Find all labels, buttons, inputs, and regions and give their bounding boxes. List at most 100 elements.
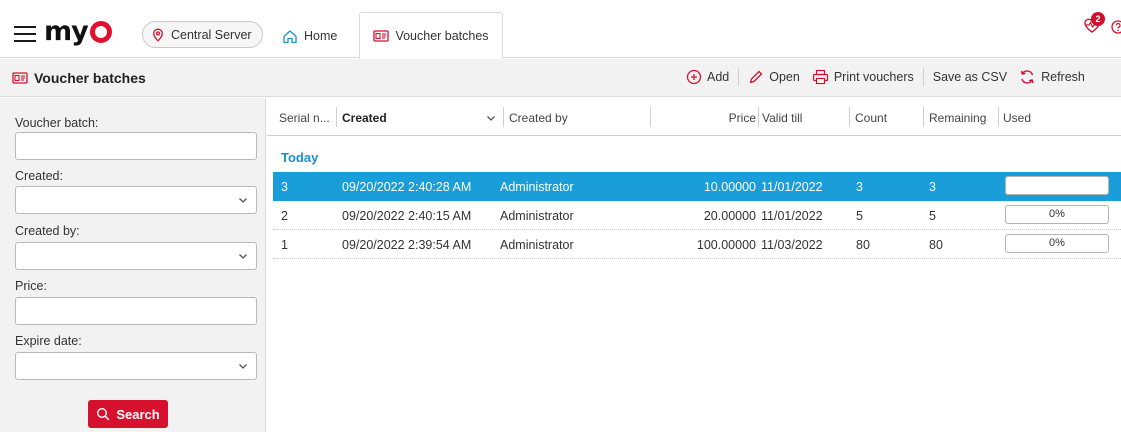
page-title: Voucher batches (12, 70, 146, 86)
add-button[interactable]: Add (680, 69, 735, 85)
add-button-label: Add (707, 70, 730, 84)
refresh-button-label: Refresh (1041, 70, 1085, 84)
toolbar-divider (922, 68, 924, 86)
sort-chevron-icon[interactable] (486, 113, 496, 123)
voucher-batch-label: Voucher batch: (15, 116, 99, 130)
search-icon (97, 407, 110, 421)
table-row[interactable]: 1 09/20/2022 2:39:54 AM Administrator 10… (273, 230, 1121, 259)
chevron-down-icon (239, 198, 247, 203)
server-label: Central Server (171, 27, 252, 42)
price-input[interactable] (15, 297, 257, 325)
expire-date-label: Expire date: (15, 334, 82, 348)
cell-created: 09/20/2022 2:39:54 AM (342, 238, 472, 252)
column-header-count[interactable]: Count (855, 111, 887, 125)
voucher-icon (373, 30, 390, 42)
column-divider[interactable] (849, 107, 850, 127)
page-header: Voucher batches Add Open Print vouchers … (0, 59, 1121, 97)
cell-valid-till: 11/01/2022 (761, 180, 823, 194)
help-icon[interactable] (1111, 20, 1121, 34)
logo-text: my (44, 15, 89, 47)
server-selector[interactable]: Central Server (142, 21, 263, 48)
open-button-label: Open (769, 70, 800, 84)
cell-created: 09/20/2022 2:40:15 AM (342, 209, 472, 223)
column-divider[interactable] (758, 107, 759, 127)
column-header-remaining[interactable]: Remaining (929, 111, 986, 125)
plus-circle-icon (686, 69, 702, 85)
used-progress-bar: 0% (1005, 234, 1109, 253)
page-title-text: Voucher batches (34, 70, 146, 86)
column-header-serial[interactable]: Serial n... (279, 111, 330, 125)
myq-logo[interactable]: my (44, 15, 112, 47)
cell-price: 100.00000 (696, 238, 756, 252)
refresh-button[interactable]: Refresh (1013, 69, 1091, 85)
chevron-down-icon (239, 364, 247, 369)
cell-created: 09/20/2022 2:40:28 AM (342, 180, 472, 194)
tab-home[interactable]: Home (274, 22, 345, 50)
cell-serial: 1 (281, 238, 288, 252)
used-progress-bar (1005, 176, 1109, 195)
cell-price: 20.00000 (703, 209, 756, 223)
cell-created-by: Administrator (500, 209, 574, 223)
cell-remaining: 80 (929, 238, 943, 252)
cell-created-by: Administrator (500, 238, 574, 252)
group-header-today: Today (281, 150, 319, 165)
expire-date-select[interactable] (15, 352, 257, 380)
refresh-icon (1020, 70, 1034, 84)
open-button[interactable]: Open (742, 69, 806, 85)
logo-q-mark (89, 21, 112, 43)
top-bar: my Central Server Home Voucher batches 2 (0, 0, 1121, 59)
location-pin-icon (153, 28, 163, 42)
toolbar: Add Open Print vouchers Save as CSV Refr… (680, 68, 1091, 86)
tab-home-label: Home (304, 29, 338, 43)
notifications[interactable]: 2 (1081, 12, 1105, 36)
cell-count: 80 (856, 238, 870, 252)
column-divider[interactable] (336, 107, 337, 127)
voucher-batch-input[interactable] (15, 132, 257, 160)
column-header-created[interactable]: Created (342, 111, 387, 125)
column-header-valid-till[interactable]: Valid till (762, 111, 802, 125)
search-button-label: Search (116, 406, 160, 422)
table-row[interactable]: 3 09/20/2022 2:40:28 AM Administrator 10… (273, 172, 1121, 201)
column-divider[interactable] (650, 107, 651, 127)
voucher-icon (12, 72, 28, 84)
created-label: Created: (15, 169, 63, 183)
notification-badge: 2 (1091, 12, 1105, 26)
cell-serial: 3 (281, 180, 288, 194)
created-select[interactable] (15, 186, 257, 214)
save-as-csv-label: Save as CSV (932, 70, 1008, 84)
column-header-created-by[interactable]: Created by (509, 111, 568, 125)
cell-count: 3 (856, 180, 863, 194)
filter-panel: Voucher batch: Created: Created by: Pric… (0, 98, 266, 432)
price-label: Price: (15, 279, 47, 293)
created-by-label: Created by: (15, 224, 80, 238)
print-vouchers-button[interactable]: Print vouchers (806, 69, 920, 85)
pencil-icon (750, 70, 763, 84)
used-progress-bar: 0% (1005, 205, 1109, 224)
created-by-select[interactable] (15, 242, 257, 270)
tab-voucher-batches-label: Voucher batches (395, 29, 489, 43)
cell-valid-till: 11/03/2022 (761, 238, 823, 252)
column-header-used[interactable]: Used (1003, 111, 1031, 125)
cell-count: 5 (856, 209, 863, 223)
cell-remaining: 5 (929, 209, 936, 223)
voucher-batch-grid: Serial n... Created Created by Price Val… (267, 98, 1121, 432)
tab-voucher-batches[interactable]: Voucher batches (359, 12, 503, 59)
print-vouchers-label: Print vouchers (833, 70, 914, 84)
column-divider[interactable] (503, 107, 504, 127)
cell-remaining: 3 (929, 180, 936, 194)
table-row[interactable]: 2 09/20/2022 2:40:15 AM Administrator 20… (273, 201, 1121, 230)
cell-price: 10.00000 (703, 180, 756, 194)
grid-header: Serial n... Created Created by Price Val… (267, 98, 1121, 136)
save-as-csv-button[interactable]: Save as CSV (927, 70, 1013, 84)
column-divider[interactable] (923, 107, 924, 127)
search-button[interactable]: Search (88, 400, 168, 428)
home-icon (283, 29, 297, 43)
hamburger-menu-icon[interactable] (14, 26, 36, 42)
cell-serial: 2 (281, 209, 288, 223)
column-divider[interactable] (998, 107, 999, 127)
column-header-price[interactable]: Price (682, 111, 756, 125)
toolbar-divider (738, 68, 740, 86)
cell-created-by: Administrator (500, 180, 574, 194)
top-right-icons: 2 (1081, 12, 1121, 36)
chevron-down-icon (239, 254, 247, 259)
